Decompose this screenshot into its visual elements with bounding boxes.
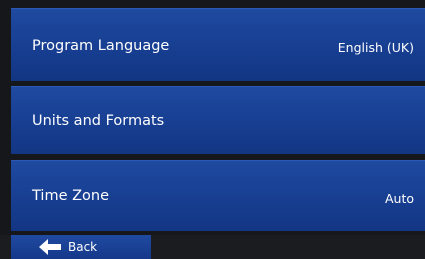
settings-screen: Program Language English (UK) Units and … <box>0 0 425 259</box>
bottom-bar: Back <box>0 235 425 259</box>
setting-label: Program Language <box>32 38 170 54</box>
setting-label: Units and Formats <box>32 113 165 129</box>
setting-value: Auto <box>384 191 414 206</box>
setting-time-zone[interactable]: Time Zone Auto <box>11 160 425 231</box>
setting-label: Time Zone <box>32 188 110 204</box>
setting-units-and-formats[interactable]: Units and Formats <box>11 86 425 154</box>
setting-value: English (UK) <box>337 40 414 55</box>
back-label: Back <box>68 240 98 254</box>
setting-program-language[interactable]: Program Language English (UK) <box>11 8 425 81</box>
left-arrow-icon <box>39 239 63 255</box>
back-button[interactable]: Back <box>11 235 151 259</box>
